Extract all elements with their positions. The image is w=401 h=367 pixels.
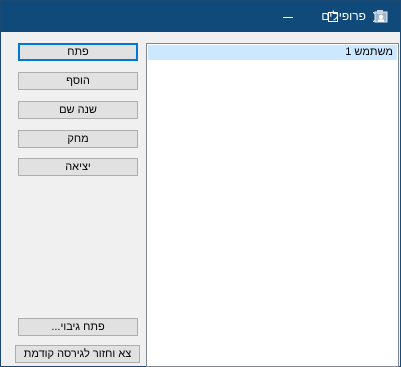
profile-app-icon [374,10,388,23]
list-item[interactable]: משתמש 1 [148,45,397,60]
add-button[interactable]: הוסף [18,72,138,90]
minimize-button[interactable] [265,1,310,32]
profiles-list[interactable]: משתמש 1 [146,43,399,367]
open-backup-button[interactable]: פתח גיבוי... [18,318,138,336]
window-title: פרופילים [321,9,366,23]
client-area: פתח הוסף שנה שם מחק יציאה פתח גיבוי... צ… [1,32,400,367]
exit-button[interactable]: יציאה [18,158,138,176]
exit-restore-button[interactable]: צא וחזור לגירסה קודמת [15,345,140,363]
rename-button[interactable]: שנה שם [18,101,138,119]
title-bar[interactable]: פרופילים [1,1,400,32]
delete-button[interactable]: מחק [18,130,138,148]
minimize-icon [282,16,293,18]
open-button[interactable]: פתח [18,43,138,61]
profiles-window: פרופילים פתח הוסף שנה שם מחק יציאה פתח ג… [0,0,401,367]
